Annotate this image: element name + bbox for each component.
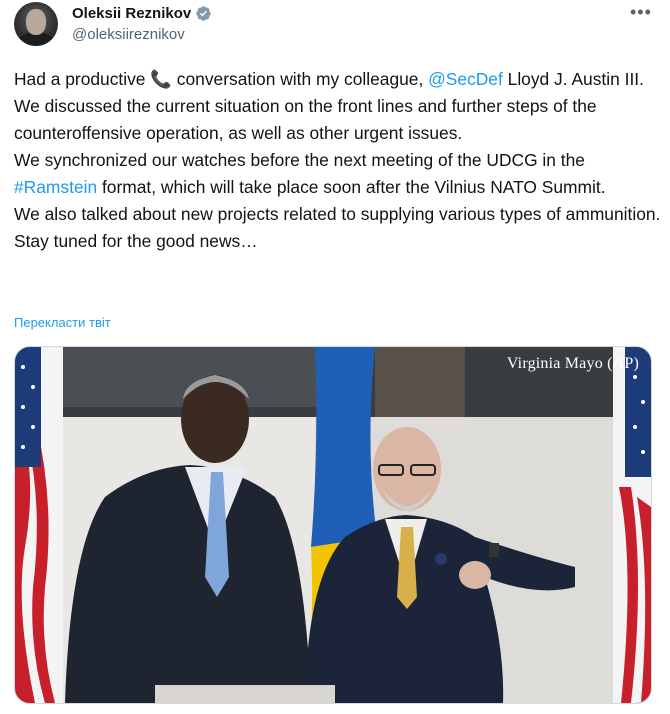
- tweet-paragraph-1: Had a productive 📞 conversation with my …: [14, 66, 664, 93]
- avatar-face: [26, 9, 46, 35]
- more-options-icon[interactable]: •••: [630, 2, 652, 23]
- hashtag-link[interactable]: #Ramstein: [14, 177, 97, 197]
- tweet-paragraph-2: We discussed the current situation on th…: [14, 96, 597, 143]
- tweet-text: Had a productive 📞 conversation with my …: [14, 66, 664, 255]
- author-name-row: Oleksii Reznikov: [72, 3, 212, 23]
- text-segment: We synchronized our watches before the n…: [14, 150, 585, 170]
- text-segment: Had a productive: [14, 69, 151, 89]
- us-flag-left: [15, 347, 63, 703]
- text-segment: format, which will take place soon after…: [97, 177, 606, 197]
- author-handle[interactable]: @oleksiireznikov: [72, 26, 185, 43]
- text-segment: Lloyd J. Austin III.: [502, 69, 644, 89]
- translate-tweet-link[interactable]: Перекласти твіт: [14, 315, 111, 330]
- text-segment: conversation with my colleague,: [171, 69, 429, 89]
- photo-credit: Virginia Mayo (AP): [506, 355, 639, 372]
- tweet-paragraph-3: We synchronized our watches before the n…: [14, 147, 664, 201]
- verified-badge-icon: [195, 5, 212, 22]
- tweet-paragraph-4: We also talked about new projects relate…: [14, 204, 661, 251]
- phone-emoji-icon: 📞: [150, 69, 172, 89]
- tweet: Oleksii Reznikov @oleksiireznikov ••• Ha…: [0, 0, 670, 714]
- tweet-photo[interactable]: Virginia Mayo (AP): [14, 346, 652, 704]
- us-flag-right: [613, 347, 651, 703]
- avatar[interactable]: [14, 2, 58, 46]
- author-name[interactable]: Oleksii Reznikov: [72, 5, 191, 22]
- photo-illustration: [15, 347, 651, 703]
- mention-link[interactable]: @SecDef: [428, 69, 503, 89]
